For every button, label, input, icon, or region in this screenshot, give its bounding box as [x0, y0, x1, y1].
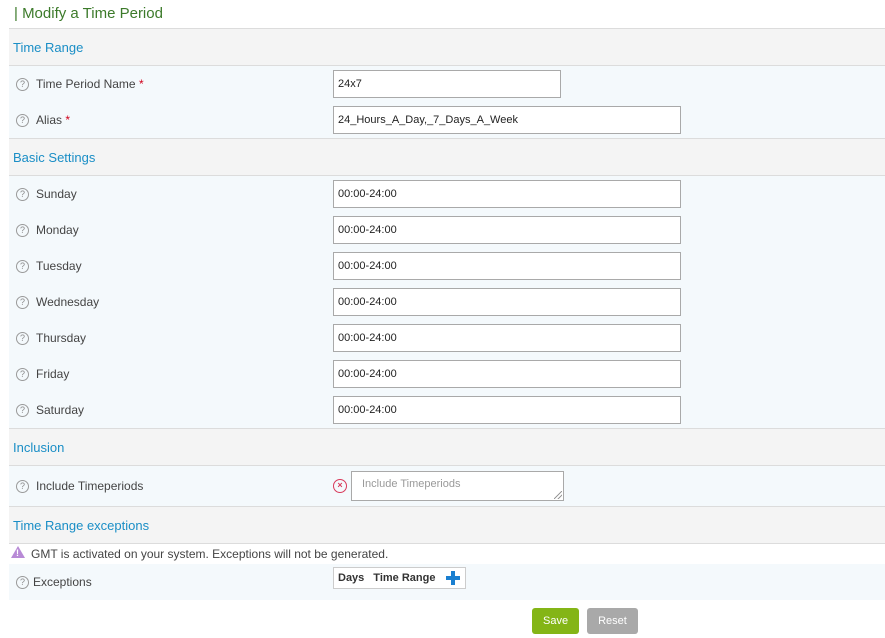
row-exceptions: ? Exceptions Days Time Range: [9, 564, 885, 600]
row-wednesday: ? Wednesday 00:00-24:00: [9, 284, 885, 320]
resize-grip-icon[interactable]: [554, 491, 562, 499]
wednesday-label: Wednesday: [36, 295, 100, 309]
section-time-range-exceptions: Time Range exceptions: [9, 506, 885, 544]
saturday-label: Saturday: [36, 403, 85, 417]
section-time-range: Time Range: [9, 28, 885, 66]
clear-icon[interactable]: ×: [333, 479, 347, 493]
help-icon[interactable]: ?: [16, 332, 29, 345]
include-timeperiods-placeholder: Include Timeperiods: [362, 478, 461, 490]
time-period-name-label: Time Period Name *: [36, 77, 144, 91]
row-tuesday: ? Tuesday 00:00-24:00: [9, 248, 885, 284]
help-icon[interactable]: ?: [16, 404, 29, 417]
required-marker: *: [65, 113, 71, 127]
tuesday-input[interactable]: 00:00-24:00: [333, 252, 681, 280]
warning-icon: !: [11, 546, 25, 558]
row-alias: ? Alias * 24_Hours_A_Day,_7_Days_A_Week: [9, 102, 885, 138]
friday-input[interactable]: 00:00-24:00: [333, 360, 681, 388]
saturday-input[interactable]: 00:00-24:00: [333, 396, 681, 424]
help-icon[interactable]: ?: [16, 114, 29, 127]
exceptions-days-column: Days: [338, 572, 365, 584]
monday-input[interactable]: 00:00-24:00: [333, 216, 681, 244]
include-timeperiods-label: Include Timeperiods: [36, 479, 144, 493]
required-marker: *: [138, 77, 144, 91]
alias-label: Alias *: [36, 113, 71, 127]
help-icon[interactable]: ?: [16, 224, 29, 237]
page-title: | Modify a Time Period: [14, 5, 163, 22]
thursday-label: Thursday: [36, 331, 87, 345]
sunday-label: Sunday: [36, 187, 77, 201]
exceptions-label: Exceptions: [33, 575, 92, 589]
row-friday: ? Friday 00:00-24:00: [9, 356, 885, 392]
row-saturday: ? Saturday 00:00-24:00: [9, 392, 885, 428]
help-icon[interactable]: ?: [16, 260, 29, 273]
row-sunday: ? Sunday 00:00-24:00: [9, 176, 885, 212]
help-icon[interactable]: ?: [16, 480, 29, 493]
tuesday-label: Tuesday: [36, 259, 82, 273]
time-period-name-input[interactable]: 24x7: [333, 70, 561, 98]
section-inclusion: Inclusion: [9, 428, 885, 466]
wednesday-input[interactable]: 00:00-24:00: [333, 288, 681, 316]
gmt-warning-text: GMT is activated on your system. Excepti…: [31, 547, 389, 561]
row-time-period-name: ? Time Period Name * 24x7: [9, 66, 885, 102]
help-icon[interactable]: ?: [16, 576, 29, 589]
row-monday: ? Monday 00:00-24:00: [9, 212, 885, 248]
include-timeperiods-input[interactable]: Include Timeperiods: [351, 471, 564, 501]
alias-input[interactable]: 24_Hours_A_Day,_7_Days_A_Week: [333, 106, 681, 134]
exceptions-table-header: Days Time Range: [333, 567, 466, 589]
gmt-warning: ! GMT is activated on your system. Excep…: [9, 544, 885, 564]
time-period-form: Time Range ? Time Period Name * 24x7 ? A…: [9, 28, 885, 600]
thursday-input[interactable]: 00:00-24:00: [333, 324, 681, 352]
help-icon[interactable]: ?: [16, 188, 29, 201]
form-buttons: Save Reset: [532, 608, 638, 634]
save-button[interactable]: Save: [532, 608, 580, 634]
help-icon[interactable]: ?: [16, 78, 29, 91]
reset-button[interactable]: Reset: [587, 608, 638, 634]
friday-label: Friday: [36, 367, 70, 381]
add-exception-plus-icon[interactable]: [446, 571, 460, 585]
monday-label: Monday: [36, 223, 79, 237]
row-thursday: ? Thursday 00:00-24:00: [9, 320, 885, 356]
row-include-timeperiods: ? Include Timeperiods × Include Timeperi…: [9, 466, 885, 506]
section-basic-settings: Basic Settings: [9, 138, 885, 176]
help-icon[interactable]: ?: [16, 368, 29, 381]
sunday-input[interactable]: 00:00-24:00: [333, 180, 681, 208]
exceptions-time-range-column: Time Range: [373, 572, 436, 584]
help-icon[interactable]: ?: [16, 296, 29, 309]
